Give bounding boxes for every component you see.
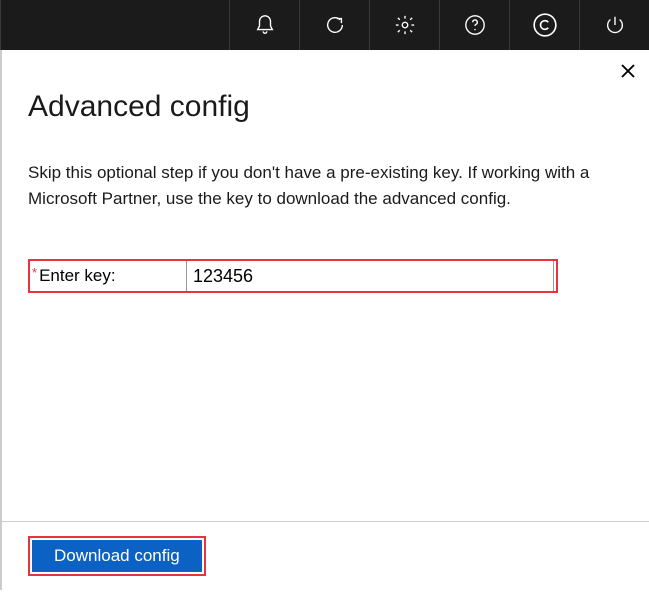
close-button[interactable] <box>619 62 637 84</box>
gear-icon <box>394 14 416 36</box>
settings-button[interactable] <box>369 0 439 50</box>
refresh-icon <box>324 14 346 36</box>
help-button[interactable] <box>439 0 509 50</box>
required-marker: * <box>32 261 37 280</box>
power-button[interactable] <box>579 0 649 50</box>
download-button-highlight: Download config <box>28 536 206 576</box>
copyright-button[interactable] <box>509 0 579 50</box>
copyright-icon <box>532 12 558 38</box>
bell-icon <box>254 14 276 36</box>
enter-key-field-row: * Enter key: <box>28 259 558 293</box>
page-description: Skip this optional step if you don't hav… <box>28 160 623 211</box>
advanced-config-panel: Advanced config Skip this optional step … <box>0 50 649 522</box>
power-icon <box>604 14 626 36</box>
notifications-button[interactable] <box>229 0 299 50</box>
page-title: Advanced config <box>28 90 623 124</box>
close-icon <box>619 62 637 80</box>
panel-footer: Download config <box>0 522 649 590</box>
download-config-button[interactable]: Download config <box>32 540 202 572</box>
refresh-button[interactable] <box>299 0 369 50</box>
enter-key-input[interactable] <box>186 261 554 291</box>
top-toolbar <box>0 0 649 50</box>
help-icon <box>464 14 486 36</box>
enter-key-label: Enter key: <box>39 266 116 286</box>
field-label-wrap: * Enter key: <box>30 261 186 291</box>
